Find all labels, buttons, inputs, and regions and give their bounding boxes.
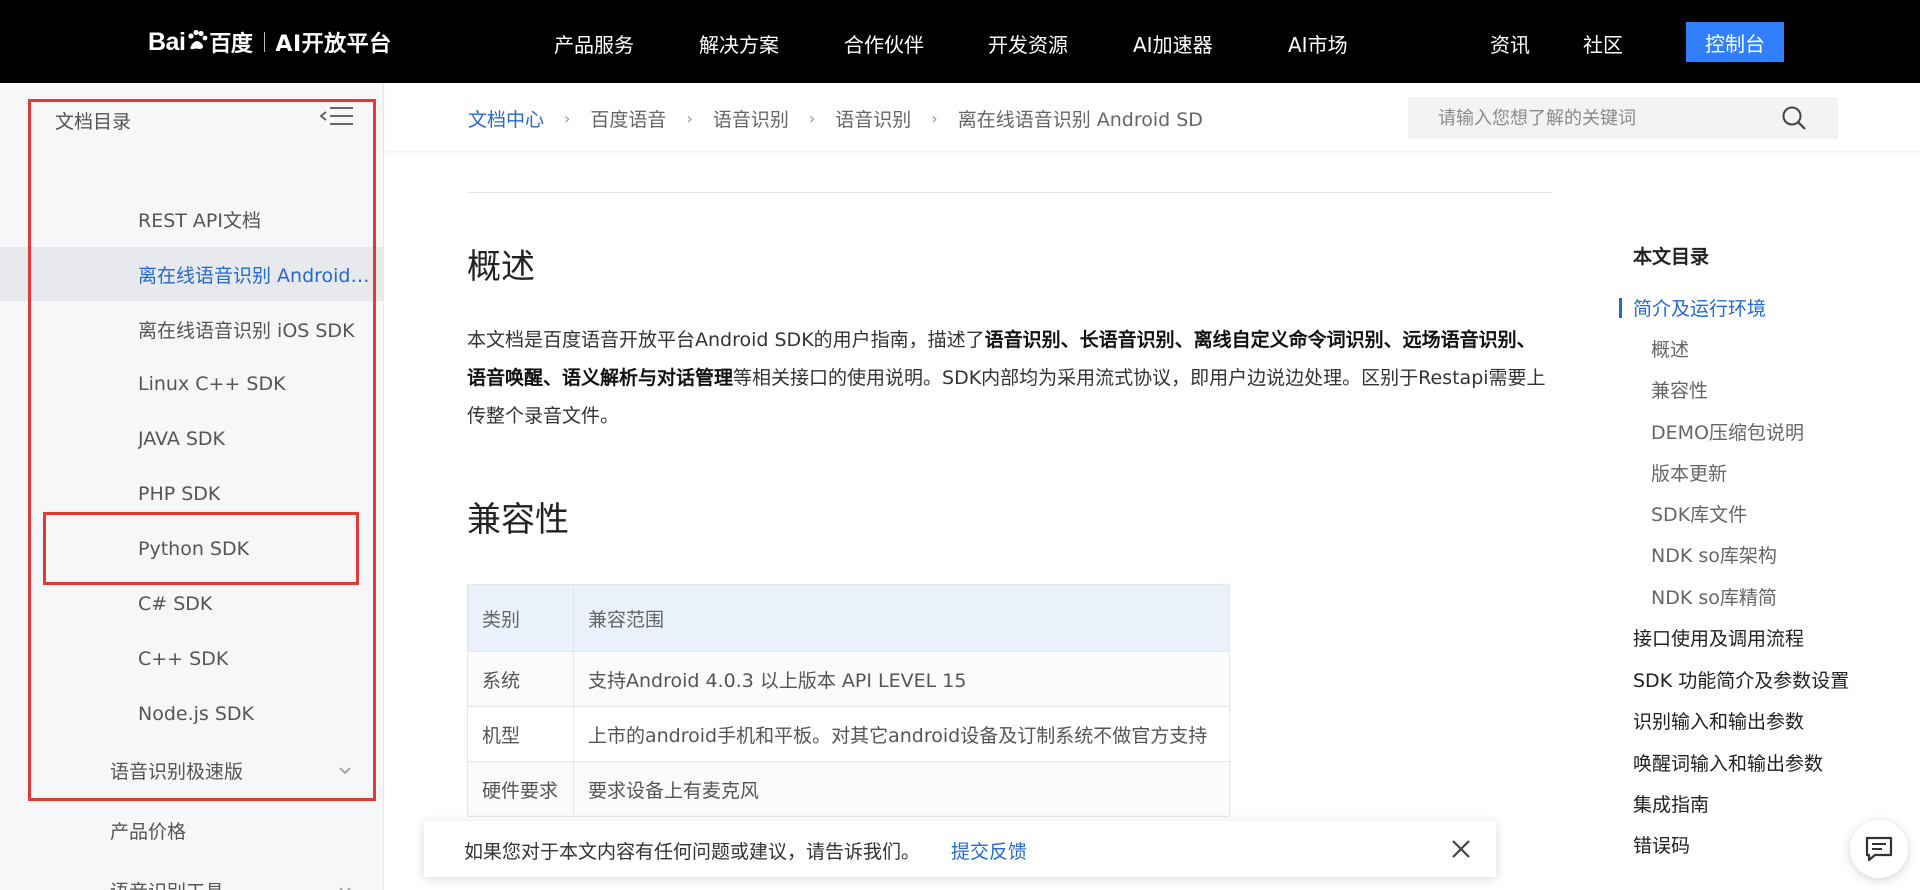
toc-item-demo[interactable]: DEMO压缩包说明 [1651, 418, 1804, 445]
breadcrumb-bar: 文档中心 › 百度语音 › 语音识别 › 语音识别 › 离在线语音识别 Andr… [385, 83, 1920, 151]
sidebar-item-csharp-sdk[interactable]: C# SDK [0, 577, 383, 631]
logo-platform-text: AI开放平台 [275, 32, 392, 57]
toc-item-sdk-params[interactable]: SDK 功能简介及参数设置 [1633, 666, 1849, 693]
search-box [1408, 97, 1838, 139]
table-cell: 要求设备上有麦克风 [573, 761, 1230, 817]
nav-partners[interactable]: 合作伙伴 [844, 29, 924, 58]
doc-sidebar: 文档目录 REST API文档 离在线语音识别 Android SDK 离在线语… [0, 83, 384, 890]
console-button[interactable]: 控制台 [1686, 22, 1784, 62]
toc-item-overview[interactable]: 概述 [1651, 335, 1689, 362]
nav-dev-resources[interactable]: 开发资源 [988, 29, 1068, 58]
heading-overview: 概述 [467, 247, 535, 287]
breadcrumb-asr[interactable]: 语音识别 [713, 105, 789, 132]
sidebar-item-python-sdk[interactable]: Python SDK [0, 522, 383, 576]
table-cell: 系统 [467, 651, 574, 707]
toc-item-api-flow[interactable]: 接口使用及调用流程 [1633, 624, 1804, 651]
sidebar-item-pricing[interactable]: 产品价格 [0, 803, 383, 857]
breadcrumb-baidu-speech[interactable]: 百度语音 [590, 105, 666, 132]
feedback-message: 如果您对于本文内容有任何问题或建议，请告诉我们。 [464, 841, 921, 863]
sidebar-item-asr-tools[interactable]: 语音识别工具 [0, 863, 383, 890]
baidu-paw-icon [188, 29, 208, 50]
table-header-cell: 兼容范围 [573, 584, 1230, 652]
toc-item-compat[interactable]: 兼容性 [1651, 376, 1708, 403]
logo-divider [264, 32, 266, 52]
sidebar-item-ios-sdk[interactable]: 离在线语音识别 iOS SDK [0, 302, 383, 356]
divider [467, 192, 1552, 193]
toc-item-ndk-arch[interactable]: NDK so库架构 [1651, 541, 1777, 568]
table-header-row: 类别 兼容范围 [467, 584, 1230, 652]
chevron-right-icon: › [808, 109, 816, 128]
search-icon[interactable] [1781, 105, 1807, 131]
nav-solutions[interactable]: 解决方案 [699, 29, 779, 58]
toc-title: 本文目录 [1633, 246, 1710, 268]
submit-feedback-link[interactable]: 提交反馈 [951, 837, 1027, 864]
chevron-right-icon: › [686, 109, 693, 128]
sidebar-item-rest-api[interactable]: REST API文档 [0, 192, 383, 246]
search-input[interactable] [1408, 97, 1788, 139]
toc-item-error-codes[interactable]: 错误码 [1633, 831, 1690, 858]
feedback-bar: 如果您对于本文内容有任何问题或建议，请告诉我们。 提交反馈 [424, 821, 1496, 877]
heading-compatibility: 兼容性 [467, 500, 569, 540]
toc-item-sdk-libs[interactable]: SDK库文件 [1651, 500, 1747, 527]
nav-news[interactable]: 资讯 [1490, 29, 1530, 58]
sidebar-item-android-sdk[interactable]: 离在线语音识别 Android SDK [0, 247, 383, 301]
baidu-ai-logo[interactable]: Bai 百度 AI开放平台 [148, 22, 392, 62]
table-header-cell: 类别 [467, 584, 574, 652]
toc-item-intro[interactable]: 简介及运行环境 [1633, 294, 1766, 321]
nav-ai-accelerator[interactable]: AI加速器 [1133, 29, 1213, 58]
collapse-menu-icon[interactable] [320, 105, 354, 131]
logo-brand-cn: 百度 [209, 31, 253, 56]
toc-item-version[interactable]: 版本更新 [1651, 459, 1727, 486]
breadcrumb-asr-2[interactable]: 语音识别 [835, 105, 911, 132]
toc-item-wakeup-params[interactable]: 唤醒词输入和输出参数 [1633, 749, 1823, 776]
chat-bubble-icon [1865, 836, 1893, 862]
breadcrumb-current: 离在线语音识别 Android SD [957, 109, 1203, 131]
breadcrumb: 文档中心 › 百度语音 › 语音识别 › 语音识别 › 离在线语音识别 Andr… [468, 105, 1203, 132]
overview-text-1: 本文档是百度语音开放平台Android SDK的用户指南，描述了 [467, 329, 985, 351]
table-cell: 机型 [467, 706, 574, 762]
table-row: 系统 支持Android 4.0.3 以上版本 API LEVEL 15 [467, 651, 1230, 707]
sidebar-item-cpp-sdk[interactable]: C++ SDK [0, 632, 383, 686]
toc-active-indicator [1619, 298, 1622, 318]
table-cell: 支持Android 4.0.3 以上版本 API LEVEL 15 [573, 651, 1230, 707]
toc-item-io-params[interactable]: 识别输入和输出参数 [1633, 707, 1804, 734]
nav-ai-market[interactable]: AI市场 [1288, 29, 1348, 58]
sidebar-title: 文档目录 [55, 111, 132, 133]
nav-community[interactable]: 社区 [1583, 29, 1623, 58]
top-navbar: Bai 百度 AI开放平台 产品服务 解决方案 合作伙伴 开发资源 AI加速器 … [0, 0, 1920, 83]
sidebar-item-nodejs-sdk[interactable]: Node.js SDK [0, 687, 383, 741]
chevron-right-icon: › [931, 109, 938, 128]
sidebar-item-php-sdk[interactable]: PHP SDK [0, 467, 383, 521]
sidebar-item-java-sdk[interactable]: JAVA SDK [0, 412, 383, 466]
chat-button[interactable] [1850, 820, 1908, 878]
table-row: 硬件要求 要求设备上有麦克风 [467, 761, 1230, 817]
chevron-right-icon: › [564, 109, 571, 128]
table-cell: 硬件要求 [467, 761, 574, 817]
chevron-down-icon [339, 887, 351, 890]
sidebar-item-asr-fast[interactable]: 语音识别极速版 [0, 743, 383, 797]
table-cell: 上市的android手机和平板。对其它android设备及订制系统不做官方支持 [573, 706, 1230, 762]
compatibility-table: 类别 兼容范围 系统 支持Android 4.0.3 以上版本 API LEVE… [467, 584, 1230, 817]
toc-item-ndk-slim[interactable]: NDK so库精简 [1651, 583, 1777, 610]
chevron-down-icon [339, 767, 351, 775]
toc-item-integration[interactable]: 集成指南 [1633, 790, 1709, 817]
overview-paragraph: 本文档是百度语音开放平台Android SDK的用户指南，描述了语音识别、长语音… [467, 321, 1552, 435]
logo-brand-text: Bai [148, 27, 186, 56]
close-icon[interactable] [1450, 838, 1472, 860]
sidebar-item-linux-cpp-sdk[interactable]: Linux C++ SDK [0, 357, 383, 411]
nav-products[interactable]: 产品服务 [554, 29, 634, 58]
breadcrumb-doc-center[interactable]: 文档中心 [468, 105, 544, 132]
table-row: 机型 上市的android手机和平板。对其它android设备及订制系统不做官方… [467, 706, 1230, 762]
